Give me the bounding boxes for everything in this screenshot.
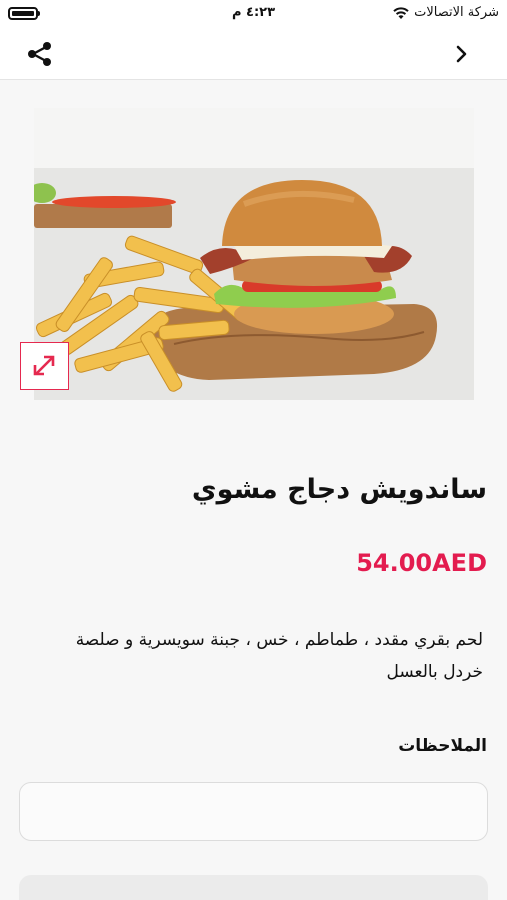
expand-icon	[33, 355, 55, 376]
add-to-cart-bar[interactable]	[19, 875, 488, 900]
burger-illustration	[34, 108, 474, 400]
expand-image-button[interactable]	[20, 342, 69, 390]
product-title: ساندويش دجاج مشوي	[191, 474, 487, 505]
nav-bar	[0, 28, 507, 80]
share-icon[interactable]	[24, 38, 56, 70]
carrier-name: شركة الاتصالات	[414, 5, 499, 20]
wifi-icon	[393, 6, 409, 19]
product-price: 54.00AED	[356, 549, 487, 577]
notes-label: الملاحظات	[398, 736, 487, 756]
status-bar: ٤:٢٣ م شركة الاتصالات	[0, 0, 507, 28]
back-chevron-icon[interactable]	[449, 40, 475, 68]
notes-input[interactable]	[19, 782, 488, 841]
product-description: لحم بقري مقدد ، طماطم ، خس ، جبنة سويسري…	[75, 630, 483, 682]
status-carrier: شركة الاتصالات	[392, 5, 499, 20]
product-image	[34, 108, 474, 400]
